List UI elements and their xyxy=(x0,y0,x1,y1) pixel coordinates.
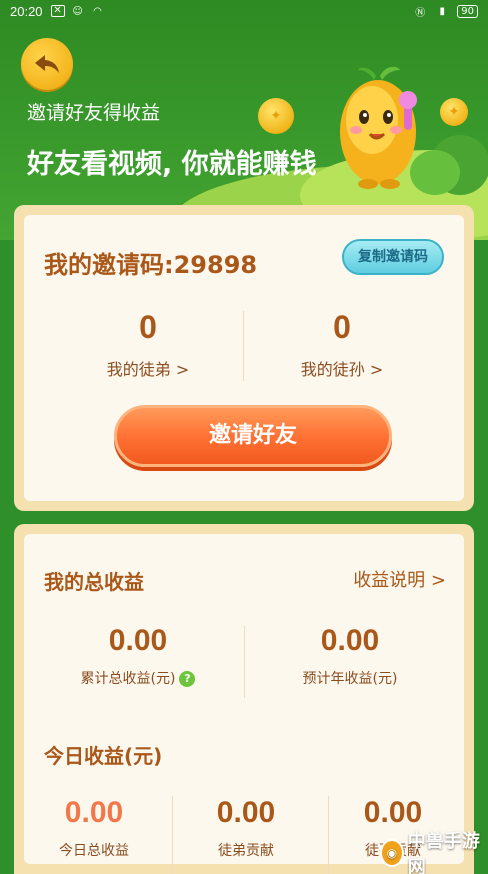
notification-icon: ✕ xyxy=(50,5,65,17)
android-icon: ☺ xyxy=(72,5,83,17)
help-icon[interactable]: ? xyxy=(179,671,196,687)
grand-disciples-stat[interactable]: 0 我的徒孙 > xyxy=(242,309,442,380)
disciples-link[interactable]: 我的徒弟 > xyxy=(48,356,248,380)
yearly-earnings-value: 0.00 xyxy=(320,624,380,657)
disciples-count: 0 xyxy=(139,309,157,345)
today-total-stat: 0.00 今日总收益 xyxy=(14,796,174,860)
battery-icon: 90 xyxy=(457,4,478,18)
invite-card-body: 我的邀请码:29898 复制邀请码 0 我的徒弟 > 0 我的徒孙 > 邀请好友 xyxy=(24,215,464,501)
signal-icon: ▮ xyxy=(439,5,446,17)
today-total-label: 今日总收益 xyxy=(59,843,129,859)
disciple-contribution-value: 0.00 xyxy=(216,796,276,829)
yearly-earnings-stat: 0.00 预计年收益(元) xyxy=(250,624,450,688)
earnings-card-body: 我的总收益 收益说明 > 0.00 累计总收益(元)? 0.00 预计年收益(元… xyxy=(24,534,464,874)
today-earnings-title: 今日收益(元) xyxy=(44,744,163,768)
grand-disciples-count: 0 xyxy=(333,309,351,345)
hero-subtitle: 邀请好友得收益 xyxy=(27,102,161,124)
nfc-icon: Ⓝ xyxy=(415,7,426,19)
invite-code: 我的邀请码:29898 xyxy=(44,251,258,279)
coin-icon: ✦ xyxy=(440,98,468,126)
copy-invite-code-button[interactable]: 复制邀请码 xyxy=(342,239,444,275)
coin-icon: ✦ xyxy=(258,98,294,134)
yearly-earnings-label: 预计年收益(元) xyxy=(302,671,398,687)
invite-friends-button[interactable]: 邀请好友 xyxy=(114,405,392,467)
total-earnings-value: 0.00 xyxy=(108,624,168,657)
invite-card: 我的邀请码:29898 复制邀请码 0 我的徒弟 > 0 我的徒孙 > 邀请好友 xyxy=(14,205,474,511)
status-bar: 20:20 ✕ ☺ ◠ Ⓝ ▮ 90 xyxy=(0,0,488,22)
total-earnings-stat: 0.00 累计总收益(元)? xyxy=(38,624,238,688)
disciple-contribution-stat: 0.00 徒弟贡献 xyxy=(166,796,326,860)
status-time: 20:20 xyxy=(10,3,43,19)
disciples-stat[interactable]: 0 我的徒弟 > xyxy=(48,309,248,380)
watermark-logo-icon: ◉ xyxy=(380,839,404,867)
watermark-text: 中兽手游网 xyxy=(407,831,480,874)
earnings-explanation-link[interactable]: 收益说明 > xyxy=(353,566,446,592)
today-total-value: 0.00 xyxy=(64,796,124,829)
disciple-contribution-label: 徒弟贡献 xyxy=(218,843,274,859)
divider xyxy=(244,626,245,698)
back-button[interactable] xyxy=(21,38,73,90)
hero-title: 好友看视频, 你就能赚钱 xyxy=(27,149,317,180)
back-arrow-icon xyxy=(35,55,59,73)
earnings-title: 我的总收益 xyxy=(44,570,144,594)
total-earnings-label: 累计总收益(元)? xyxy=(38,668,238,688)
grand-disciple-contribution-value: 0.00 xyxy=(363,796,423,829)
earnings-card: 我的总收益 收益说明 > 0.00 累计总收益(元)? 0.00 预计年收益(元… xyxy=(14,524,474,874)
grand-disciples-link[interactable]: 我的徒孙 > xyxy=(242,356,442,380)
wifi-icon: ◠ xyxy=(93,5,102,17)
hero-banner: 20:20 ✕ ☺ ◠ Ⓝ ▮ 90 邀请好友得收益 好友看视频, 你就能赚钱 … xyxy=(0,0,488,240)
site-watermark: ◉ 中兽手游网 xyxy=(380,831,482,874)
mascot-illustration xyxy=(340,66,417,189)
total-earnings-label-text: 累计总收益(元) xyxy=(80,671,176,687)
